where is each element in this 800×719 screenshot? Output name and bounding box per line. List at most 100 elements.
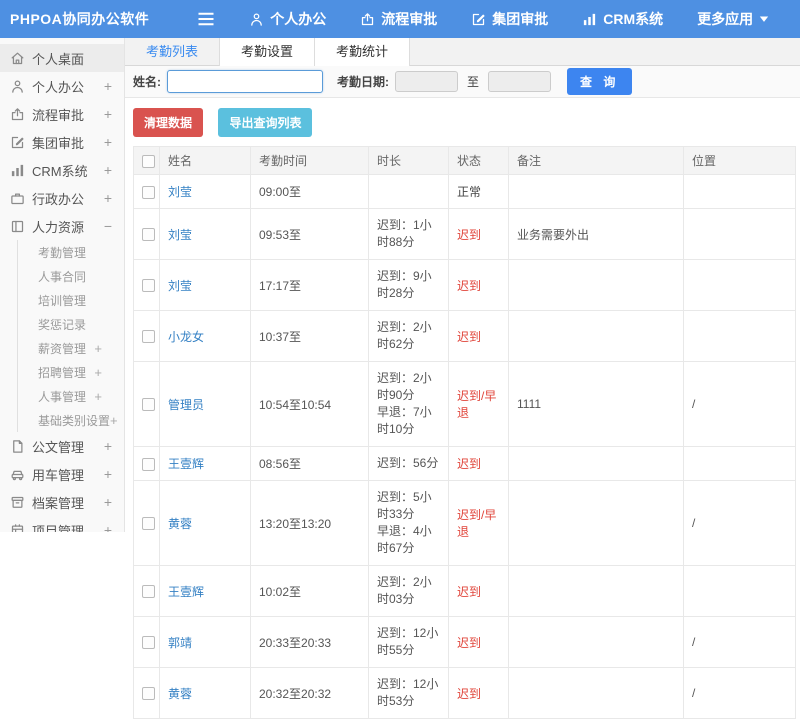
employee-name-link[interactable]: 郭靖 <box>159 616 251 668</box>
search-button[interactable]: 查 询 <box>567 68 633 95</box>
sidebar-subitem[interactable]: 奖惩记录 <box>18 312 124 336</box>
employee-name-link[interactable]: 管理员 <box>159 361 251 447</box>
duration-cell: 迟到：1小时88分 <box>368 208 449 260</box>
name-filter-label: 姓名: <box>133 75 161 89</box>
row-checkbox[interactable] <box>142 636 155 650</box>
sidebar-item[interactable]: 个人桌面 <box>0 44 124 72</box>
select-all-checkbox[interactable] <box>142 154 155 168</box>
status-cell: 迟到 <box>448 208 509 260</box>
location-cell <box>683 174 796 209</box>
sidebar-subitem-label: 基础类别设置 <box>38 413 111 428</box>
employee-name-link[interactable]: 黄蓉 <box>159 667 251 719</box>
nav-item-group-approval[interactable]: 集团审批 <box>471 9 548 29</box>
sidebar-subitem-label: 招聘管理 <box>38 365 87 380</box>
date-to-label: 至 <box>467 75 480 89</box>
table-row: 小龙女 10:37至 迟到：2小时62分 迟到 <box>133 310 796 362</box>
nav-item-personal-office[interactable]: 个人办公 <box>249 9 326 29</box>
row-checkbox[interactable] <box>142 687 155 701</box>
sidebar-subitem[interactable]: 人事合同 <box>18 264 124 288</box>
duration-cell: 迟到：2小时03分 <box>368 565 449 617</box>
status-cell: 迟到/早退 <box>448 480 509 566</box>
row-checkbox[interactable] <box>142 228 155 242</box>
sidebar-subitem-label: 人事合同 <box>38 269 87 284</box>
sidebar-item[interactable]: 公文管理 + <box>0 432 124 460</box>
nav-item-crm[interactable]: CRM系统 <box>582 9 663 29</box>
column-header: 姓名 <box>159 146 251 175</box>
person-icon <box>249 12 264 27</box>
row-checkbox[interactable] <box>142 517 155 531</box>
date-filter-label: 考勤日期: <box>337 75 389 89</box>
menu-toggle-button[interactable] <box>197 12 215 26</box>
edit-icon <box>10 135 25 150</box>
hamburger-icon <box>197 12 215 26</box>
row-checkbox[interactable] <box>142 330 155 344</box>
tab-attendance-list[interactable]: 考勤列表 <box>125 38 221 66</box>
employee-name-link[interactable]: 小龙女 <box>159 310 251 362</box>
sidebar-item-label: 档案管理 <box>32 495 85 511</box>
duration-cell: 迟到：9小时28分 <box>368 259 449 311</box>
employee-name-link[interactable]: 王壹辉 <box>159 565 251 617</box>
row-checkbox-cell <box>133 480 160 566</box>
column-header: 考勤时间 <box>250 146 369 175</box>
expand-icon: + <box>103 522 112 532</box>
project-icon <box>10 523 25 532</box>
employee-name-link[interactable]: 王壹辉 <box>159 446 251 481</box>
app-logo[interactable]: PHPOA协同办公软件 <box>0 9 159 29</box>
sidebar-item[interactable]: CRM系统 + <box>0 156 124 184</box>
attendance-time-cell: 10:54至10:54 <box>250 361 369 447</box>
sidebar-subitem[interactable]: 基础类别设置 + <box>18 408 124 432</box>
sidebar-item[interactable]: 人力资源 − <box>0 212 124 240</box>
row-checkbox-cell <box>133 259 160 311</box>
location-cell <box>683 565 796 617</box>
note-cell <box>508 667 684 719</box>
sidebar-subitem-label: 人事管理 <box>38 389 87 404</box>
table-row: 刘莹 17:17至 迟到：9小时28分 迟到 <box>133 259 796 311</box>
sidebar-subitem[interactable]: 培训管理 <box>18 288 124 312</box>
nav-item-process-approval[interactable]: 流程审批 <box>360 9 437 29</box>
clean-data-button[interactable]: 清理数据 <box>133 108 204 137</box>
sidebar-item[interactable]: 用车管理 + <box>0 460 124 488</box>
tab-attendance-stats[interactable]: 考勤统计 <box>314 38 411 66</box>
table-row: 刘莹 09:53至 迟到：1小时88分 迟到 业务需要外出 <box>133 208 796 260</box>
date-to-input[interactable] <box>488 71 552 92</box>
location-cell: / <box>683 361 796 447</box>
top-navbar: PHPOA协同办公软件 个人办公 流程审批 集团审批 CRM系统 更多应用 <box>0 0 800 38</box>
person-icon <box>10 79 25 94</box>
employee-name-link[interactable]: 刘莹 <box>159 208 251 260</box>
expand-icon: + <box>110 412 118 428</box>
sidebar-item-label: 公文管理 <box>32 439 85 455</box>
attendance-time-cell: 17:17至 <box>250 259 369 311</box>
duration-cell: 迟到：2小时62分 <box>368 310 449 362</box>
name-filter-input[interactable] <box>167 70 323 93</box>
table-row: 黄蓉 13:20至13:20 迟到：5小时33分 早退：4小时67分 迟到/早退 / <box>133 480 796 566</box>
sidebar-item[interactable]: 行政办公 + <box>0 184 124 212</box>
sidebar-subitem[interactable]: 薪资管理 + <box>18 336 124 360</box>
table-row: 刘莹 09:00至 正常 <box>133 174 796 209</box>
sidebar-subitem[interactable]: 招聘管理 + <box>18 360 124 384</box>
date-from-input[interactable] <box>395 71 458 92</box>
expand-icon: + <box>103 438 112 454</box>
row-checkbox[interactable] <box>142 457 155 471</box>
note-cell <box>508 259 684 311</box>
tab-attendance-settings[interactable]: 考勤设置 <box>219 38 316 66</box>
sidebar-item[interactable]: 个人办公 + <box>0 72 124 100</box>
sidebar-item[interactable]: 集团审批 + <box>0 128 124 156</box>
row-checkbox[interactable] <box>142 185 155 199</box>
attendance-time-cell: 20:33至20:33 <box>250 616 369 668</box>
table-row: 王壹辉 10:02至 迟到：2小时03分 迟到 <box>133 565 796 617</box>
export-list-button[interactable]: 导出查询列表 <box>218 108 313 137</box>
sidebar-subitem[interactable]: 人事管理 + <box>18 384 124 408</box>
employee-name-link[interactable]: 刘莹 <box>159 174 251 209</box>
sidebar-item[interactable]: 流程审批 + <box>0 100 124 128</box>
row-checkbox[interactable] <box>142 585 155 599</box>
sidebar-subitem[interactable]: 考勤管理 <box>18 240 124 264</box>
sidebar-item[interactable]: 档案管理 + <box>0 488 124 516</box>
row-checkbox-cell <box>133 616 160 668</box>
row-checkbox-cell <box>133 667 160 719</box>
row-checkbox[interactable] <box>142 279 155 293</box>
employee-name-link[interactable]: 刘莹 <box>159 259 251 311</box>
nav-item-more-apps[interactable]: 更多应用 <box>697 9 769 29</box>
employee-name-link[interactable]: 黄蓉 <box>159 480 251 566</box>
row-checkbox[interactable] <box>142 398 155 412</box>
sidebar-item[interactable]: 项目管理 + <box>0 516 124 532</box>
